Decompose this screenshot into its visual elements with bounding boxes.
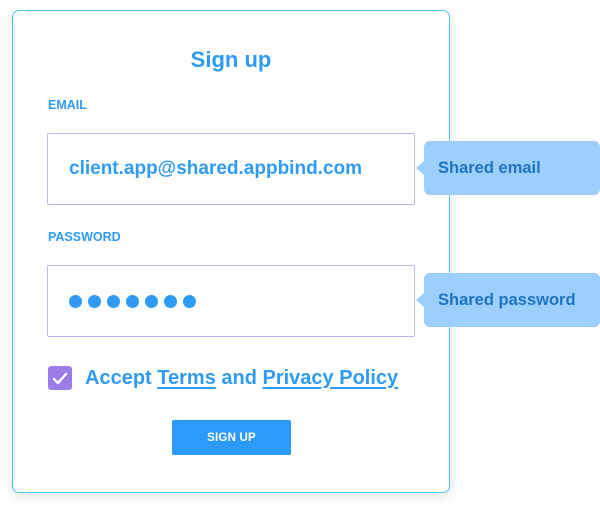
- privacy-policy-link[interactable]: Privacy Policy: [263, 367, 399, 389]
- password-dot: [183, 294, 196, 308]
- accept-and: and: [221, 366, 257, 389]
- password-field[interactable]: [47, 265, 415, 337]
- email-label: EMAIL: [48, 98, 87, 112]
- password-dot: [107, 294, 120, 308]
- password-dot: [164, 294, 177, 308]
- signup-card: Sign up EMAIL client.app@shared.appbind.…: [12, 10, 450, 493]
- page-title: Sign up: [190, 47, 272, 72]
- shared-password-callout: Shared password: [416, 273, 600, 327]
- signup-button[interactable]: SIGN UP: [172, 420, 291, 455]
- password-dot: [69, 294, 82, 308]
- email-value: client.app@shared.appbind.com: [69, 158, 363, 179]
- accept-terms-row: Accept Terms and Privacy Policy: [48, 366, 398, 390]
- password-dot: [88, 294, 101, 308]
- shared-email-callout: Shared email: [416, 141, 600, 195]
- accept-prefix: Accept: [85, 366, 152, 389]
- password-mask: [69, 294, 196, 308]
- email-field[interactable]: client.app@shared.appbind.com: [47, 133, 415, 205]
- password-dot: [126, 294, 139, 308]
- accept-text: Accept Terms and Privacy Policy: [85, 367, 398, 390]
- password-label: PASSWORD: [48, 230, 121, 244]
- accept-checkbox[interactable]: [48, 366, 72, 390]
- terms-link[interactable]: Terms: [157, 367, 216, 389]
- password-dot: [145, 294, 158, 308]
- checkmark-icon: [52, 372, 68, 384]
